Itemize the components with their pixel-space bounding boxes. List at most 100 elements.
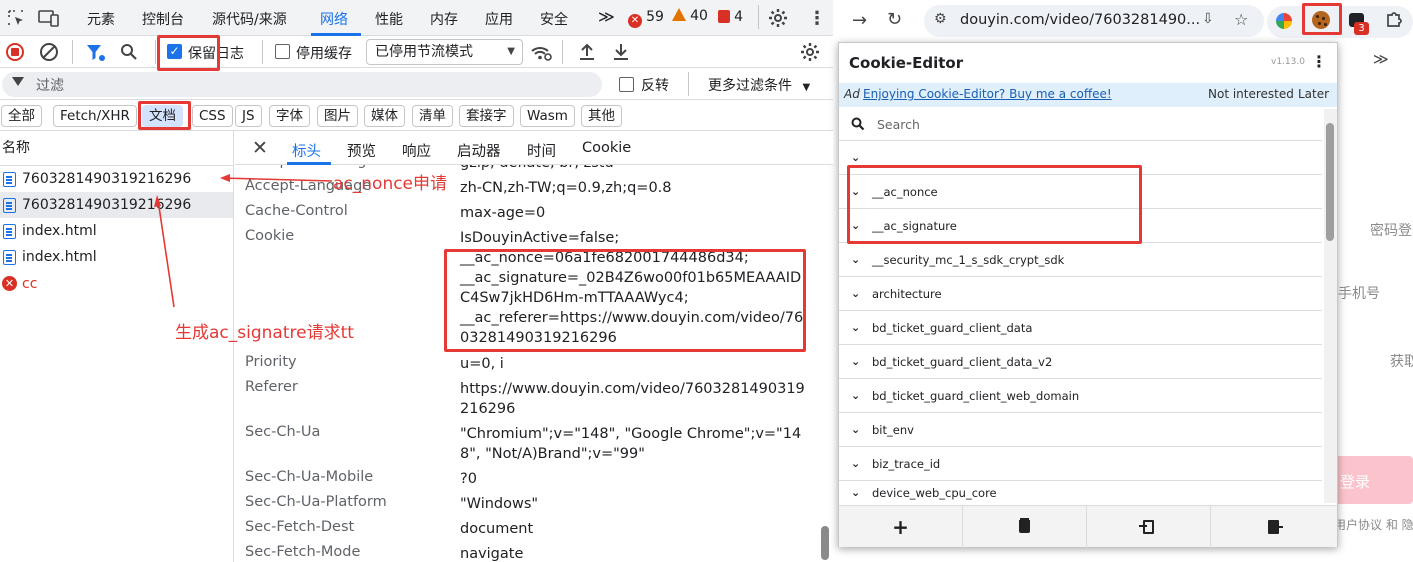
type-filter-wasm[interactable]: Wasm	[520, 105, 575, 127]
cookie-row[interactable]: ⌄ __security_mc_1_s_sdk_crypt_sdk	[839, 243, 1322, 277]
warning-icon	[672, 8, 686, 21]
error-counter[interactable]: ✕ 59	[628, 9, 664, 28]
search-icon[interactable]	[120, 43, 138, 65]
tab-performance[interactable]: 性能	[375, 9, 403, 29]
forward-icon[interactable]: →	[852, 10, 867, 31]
more-options-icon[interactable]: ⋮	[808, 8, 826, 29]
export-button[interactable]	[1211, 506, 1335, 548]
cookie-row[interactable]: ⌄ bit_env	[839, 413, 1322, 447]
cookie-row[interactable]: ⌄ architecture	[839, 277, 1322, 311]
search-bar[interactable]: Search	[839, 109, 1322, 141]
login-button[interactable]: 登录	[1334, 456, 1413, 504]
clear-icon[interactable]	[40, 43, 58, 61]
extension-badge: 3	[1354, 22, 1369, 35]
document-icon	[3, 198, 16, 213]
not-interested-button[interactable]: Not interested	[1208, 87, 1294, 101]
tab-security[interactable]: 安全	[540, 9, 568, 29]
reload-icon[interactable]: ↻	[887, 9, 902, 30]
cookie-row[interactable]: ⌄ __ac_signature	[839, 209, 1322, 243]
issues-counter[interactable]: 4	[718, 9, 743, 25]
type-filter-js[interactable]: JS	[235, 105, 262, 127]
export-har-icon[interactable]	[612, 42, 630, 66]
import-har-icon[interactable]	[578, 42, 596, 66]
browser-more-icon[interactable]: ≫	[1373, 50, 1389, 68]
settings-gear-icon[interactable]	[768, 8, 788, 32]
network-conditions-icon[interactable]	[530, 44, 552, 66]
type-filter-socket[interactable]: 套接字	[459, 105, 514, 127]
cookie-name: __ac_nonce	[872, 185, 938, 199]
detail-tab-initiator[interactable]: 启动器	[457, 140, 501, 161]
later-button[interactable]: Later	[1298, 87, 1329, 101]
tab-sources[interactable]: 源代码/来源	[212, 9, 287, 29]
tab-console[interactable]: 控制台	[142, 9, 184, 29]
tab-application[interactable]: 应用	[485, 9, 513, 29]
delete-all-button[interactable]	[963, 506, 1087, 548]
type-filter-media[interactable]: 媒体	[364, 105, 405, 127]
more-filters-dropdown[interactable]: 更多过滤条件 ▼	[708, 75, 810, 95]
type-filter-font[interactable]: 字体	[269, 105, 310, 127]
address-bar[interactable]: ⚙ douyin.com/video/7603281490... ⇩ ☆	[924, 5, 1264, 37]
cookie-name: __security_mc_1_s_sdk_crypt_sdk	[872, 253, 1065, 267]
invert-checkbox[interactable]	[619, 77, 634, 92]
cookie-row[interactable]: ⌄ device_web_cpu_core	[839, 481, 1322, 505]
type-filter-other[interactable]: 其他	[581, 105, 622, 127]
cookie-row[interactable]: ⌄ __ac_nonce	[839, 175, 1322, 209]
tab-network[interactable]: 网络	[320, 9, 348, 29]
phone-input[interactable]: 手机号	[1338, 283, 1380, 303]
more-tabs-button[interactable]: ≫	[598, 7, 615, 26]
scrollbar-thumb[interactable]	[1326, 123, 1334, 241]
type-filter-fetch-xhr[interactable]: Fetch/XHR	[53, 105, 137, 127]
tab-memory[interactable]: 内存	[430, 9, 458, 29]
agreement-text: 用户协议 和 隐	[1334, 518, 1413, 532]
cookie-extension-icon[interactable]	[1312, 11, 1330, 29]
scrollbar[interactable]	[821, 526, 829, 560]
disable-cache-label[interactable]: 停用缓存	[296, 43, 352, 63]
network-settings-gear-icon[interactable]	[800, 42, 820, 66]
cookie-row[interactable]: ⌄ biz_trace_id	[839, 447, 1322, 481]
scrollbar[interactable]	[1324, 109, 1337, 503]
filter-input[interactable]: 过滤	[2, 72, 602, 97]
preserve-log-label[interactable]: 保留日志	[188, 43, 244, 63]
cookie-row[interactable]: ⌄	[839, 141, 1322, 175]
detail-tab-response[interactable]: 响应	[402, 140, 431, 161]
tab-elements[interactable]: 元素	[87, 9, 115, 29]
filter-funnel-icon[interactable]	[86, 44, 106, 66]
disable-cache-checkbox[interactable]	[275, 44, 290, 59]
invert-label[interactable]: 反转	[641, 75, 669, 95]
site-info-icon[interactable]: ⚙	[934, 11, 947, 27]
color-extension-icon[interactable]	[1276, 13, 1292, 29]
password-login-tab[interactable]: 密码登	[1370, 220, 1412, 240]
device-toolbar-icon[interactable]	[38, 9, 60, 27]
detail-tab-cookie[interactable]: Cookie	[582, 140, 631, 156]
install-app-icon[interactable]: ⇩	[1202, 11, 1214, 27]
import-button[interactable]	[1087, 506, 1211, 548]
cookie-row[interactable]: ⌄ bd_ticket_guard_client_data	[839, 311, 1322, 345]
search-placeholder: Search	[877, 117, 920, 132]
type-filter-css[interactable]: CSS	[192, 105, 233, 127]
throttle-select[interactable]: 已停用节流模式 ▼	[366, 39, 523, 65]
chevron-down-icon: ⌄	[851, 321, 861, 334]
header-value: https://www.douyin.com/video/76032814903…	[460, 381, 805, 417]
get-code-button[interactable]: 获取	[1390, 351, 1413, 371]
cookie-row[interactable]: ⌄ bd_ticket_guard_client_web_domain	[839, 379, 1322, 413]
cookie-name: bit_env	[872, 423, 914, 437]
close-icon[interactable]: ✕	[252, 137, 268, 159]
detail-tab-headers[interactable]: 标头	[292, 140, 321, 161]
cookie-row[interactable]: ⌄ bd_ticket_guard_client_data_v2	[839, 345, 1322, 379]
warning-counter[interactable]: 40	[672, 8, 708, 24]
record-stop-icon[interactable]	[6, 43, 24, 61]
list-header-name[interactable]: 名称	[2, 137, 30, 157]
detail-tab-timing[interactable]: 时间	[527, 140, 556, 161]
preserve-log-checkbox[interactable]: ✓	[167, 44, 182, 59]
type-filter-all[interactable]: 全部	[1, 105, 42, 127]
inspect-element-icon[interactable]	[7, 9, 25, 27]
bookmark-star-icon[interactable]: ☆	[1234, 10, 1248, 29]
type-filter-manifest[interactable]: 清单	[412, 105, 453, 127]
detail-tab-preview[interactable]: 预览	[347, 140, 376, 161]
popup-menu-icon[interactable]: ⋮	[1311, 52, 1327, 71]
ad-link[interactable]: Enjoying Cookie-Editor? Buy me a coffee!	[863, 87, 1112, 101]
add-cookie-button[interactable]: +	[839, 506, 963, 548]
puzzle-extensions-icon[interactable]	[1385, 10, 1403, 32]
type-filter-img[interactable]: 图片	[317, 105, 358, 127]
type-filter-doc[interactable]: 文档	[142, 105, 183, 127]
